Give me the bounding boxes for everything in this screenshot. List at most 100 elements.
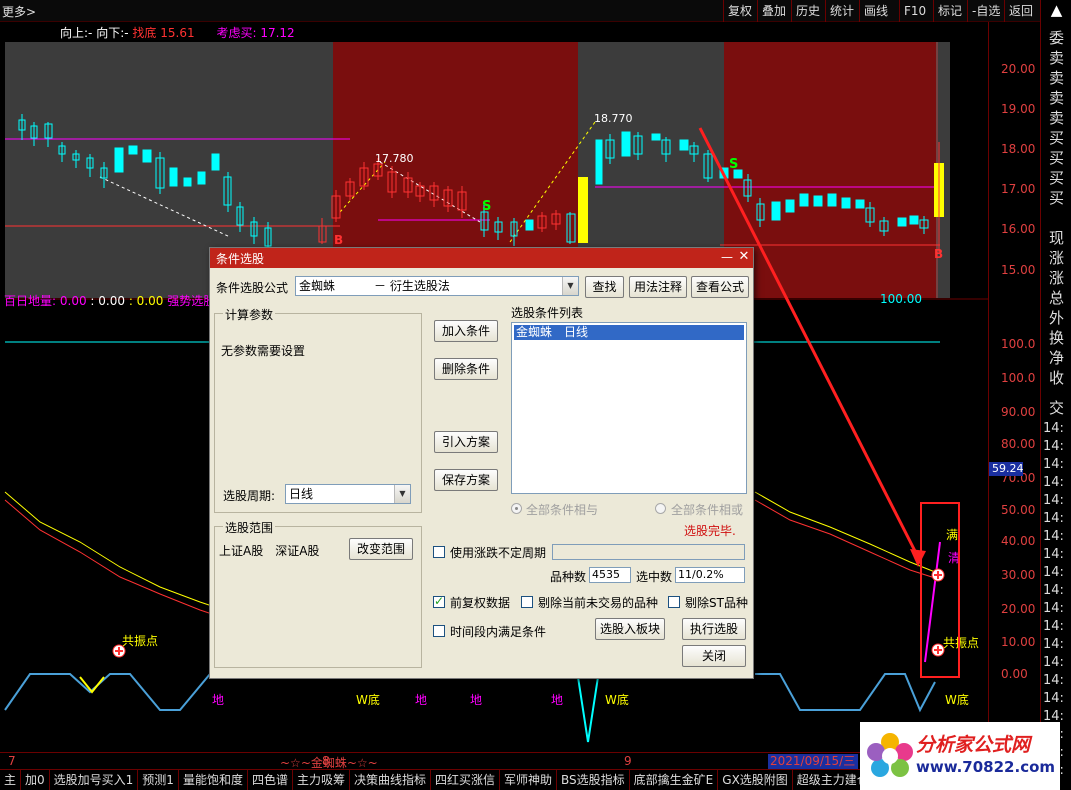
- right-info-panel: ▲ 委 卖 卖 卖 卖 买 买 买 买 现 涨 涨 总 外 换 净 收 交 14…: [1040, 0, 1071, 790]
- tab-decision-curve[interactable]: 决策曲线指标: [350, 770, 431, 790]
- view-formula-button[interactable]: 查看公式: [691, 276, 749, 298]
- count-label: 品种数: [550, 570, 587, 584]
- prior-adjust-checkbox[interactable]: [433, 594, 445, 608]
- sell-signal-1: S: [482, 199, 491, 214]
- tab-advisor[interactable]: 军师神助: [500, 770, 558, 790]
- tab-bs-indicator[interactable]: BS选股指标: [557, 770, 630, 790]
- chevron-down-icon[interactable]: ▼: [562, 277, 578, 295]
- tab-buy-signal[interactable]: 选股加号买入1: [50, 770, 139, 790]
- delete-condition-button[interactable]: 删除条件: [434, 358, 498, 380]
- radio-and[interactable]: [511, 503, 522, 514]
- price-label-17: 17.00: [1001, 182, 1036, 196]
- radio-or[interactable]: [655, 503, 666, 514]
- tab-main[interactable]: 主: [0, 770, 22, 790]
- dialog-titlebar[interactable]: 条件选股 — ✕: [210, 248, 753, 268]
- indicator-v2: : 0.00: [90, 294, 125, 308]
- tab-four-color[interactable]: 四色谱: [248, 770, 293, 790]
- rp-item-1: 卖: [1048, 49, 1064, 67]
- range-group-title: 选股范围: [223, 519, 276, 536]
- w-bottom-label-3: W底: [356, 692, 380, 707]
- price-label-15: 15.00: [1001, 263, 1036, 277]
- back-button[interactable]: 返回: [1004, 0, 1037, 22]
- close-button[interactable]: 关闭: [682, 645, 746, 667]
- chevron-down-icon[interactable]: ▼: [394, 485, 410, 503]
- mark-button[interactable]: 标记: [933, 0, 966, 22]
- condition-list[interactable]: 金蜘蛛 日线: [511, 322, 747, 494]
- price-label-19: 19.00: [1001, 102, 1036, 116]
- to-block-button[interactable]: 选股入板块: [595, 618, 665, 640]
- indicator-right-value: 100.00: [880, 292, 922, 306]
- month-9: 9: [624, 754, 632, 768]
- stats-button[interactable]: 统计: [825, 0, 858, 22]
- import-scheme-button[interactable]: 引入方案: [434, 431, 498, 453]
- rp-item-8: 买: [1048, 189, 1064, 207]
- minimize-icon[interactable]: —: [720, 250, 734, 264]
- f10-button[interactable]: F10: [899, 0, 930, 22]
- rp-time-4: 14:: [1043, 493, 1064, 508]
- ground-label-2: 地: [415, 693, 427, 707]
- remove-watchlist-button[interactable]: -自选: [967, 0, 1004, 22]
- price-label-16: 16.00: [1001, 222, 1036, 236]
- tab-main-force[interactable]: 主力吸筹: [293, 770, 350, 790]
- adjust-button[interactable]: 复权: [723, 0, 756, 22]
- exclude-st-checkbox[interactable]: [668, 596, 680, 608]
- rp-time-1: 14:: [1043, 439, 1064, 454]
- ind-label-50: 50.00: [1001, 503, 1036, 517]
- dialog-title: 条件选股: [216, 252, 265, 266]
- rp-time-15: 14:: [1043, 691, 1064, 706]
- rp-item-16: 收: [1048, 369, 1064, 387]
- close-icon[interactable]: ✕: [737, 250, 751, 264]
- ind-label-100a: 100.0: [1001, 337, 1036, 351]
- tab-forecast[interactable]: 预测1: [138, 770, 179, 790]
- execute-screening-button[interactable]: 执行选股: [682, 618, 746, 640]
- w-bottom-label-1: W底: [605, 692, 629, 707]
- tab-gx-chart[interactable]: GX选股附图: [718, 770, 793, 790]
- period-label: 选股周期:: [223, 489, 276, 503]
- formula-select[interactable]: 金蜘蛛 － 衍生选股法 ▼: [295, 276, 579, 296]
- month-7: 7: [8, 754, 16, 768]
- rp-time-0: 14:: [1043, 421, 1064, 436]
- ind-label-90: 90.00: [1001, 405, 1036, 419]
- ind-label-80: 80.00: [1001, 437, 1036, 451]
- rp-time-13: 14:: [1043, 655, 1064, 670]
- tab-volume-saturation[interactable]: 量能饱和度: [179, 770, 248, 790]
- tab-bottom-gold[interactable]: 底部擒生金矿E: [630, 770, 719, 790]
- uncertain-period-field[interactable]: [552, 544, 745, 560]
- period-select[interactable]: 日线 ▼: [285, 484, 411, 504]
- legend-bottom-label: 找底: [132, 26, 157, 40]
- period-satisfy-checkbox[interactable]: [433, 625, 445, 637]
- add-condition-button[interactable]: 加入条件: [434, 320, 498, 342]
- indicator-legend: 百日地量: 0.00 : 0.00 : 0.00 强势选股: [4, 292, 215, 309]
- find-button[interactable]: 查找: [585, 276, 624, 298]
- w-bottom-label-2: W底: [945, 692, 969, 707]
- rp-item-6: 买: [1048, 149, 1064, 167]
- legend-up: 向上:-: [60, 26, 93, 40]
- exclude-untraded-checkbox[interactable]: [521, 596, 533, 608]
- scroll-up-icon[interactable]: ▲: [1042, 0, 1071, 20]
- logo-title: 分析家公式网: [916, 734, 1031, 756]
- usage-notes-button[interactable]: 用法注释: [629, 276, 687, 298]
- tab-super-main-force[interactable]: 超级主力建仓: [793, 770, 860, 790]
- save-scheme-button[interactable]: 保存方案: [434, 469, 498, 491]
- flower-logo-icon: [867, 733, 913, 777]
- overlay-button[interactable]: 叠加: [757, 0, 790, 22]
- tab-four-red[interactable]: 四红买涨信: [431, 770, 501, 790]
- legend-bottom-value: 15.61: [160, 26, 195, 40]
- history-button[interactable]: 历史: [791, 0, 824, 22]
- formula-label: 条件选股公式: [216, 281, 289, 295]
- status-text: 选股完毕.: [684, 524, 736, 538]
- rp-time-5: 14:: [1043, 511, 1064, 526]
- range-group: 选股范围 上证A股 深证A股 改变范围: [214, 519, 422, 668]
- tab-add0[interactable]: 加0: [21, 770, 50, 790]
- ind-label-10: 10.00: [1001, 635, 1036, 649]
- condition-list-title: 选股条件列表: [511, 306, 584, 320]
- uncertain-period-checkbox[interactable]: [433, 546, 445, 558]
- draw-button[interactable]: 画线: [859, 0, 892, 22]
- more-button[interactable]: 更多>: [2, 3, 36, 20]
- buy-signal-2: B: [934, 247, 943, 261]
- change-range-button[interactable]: 改变范围: [349, 538, 413, 560]
- main-legend: 向上:- 向下:- 找底 15.61 考虑买: 17.12: [60, 24, 295, 41]
- no-params-text: 无参数需要设置: [221, 344, 306, 358]
- ground-label-1: 地: [212, 693, 224, 707]
- list-item[interactable]: 金蜘蛛 日线: [514, 325, 744, 340]
